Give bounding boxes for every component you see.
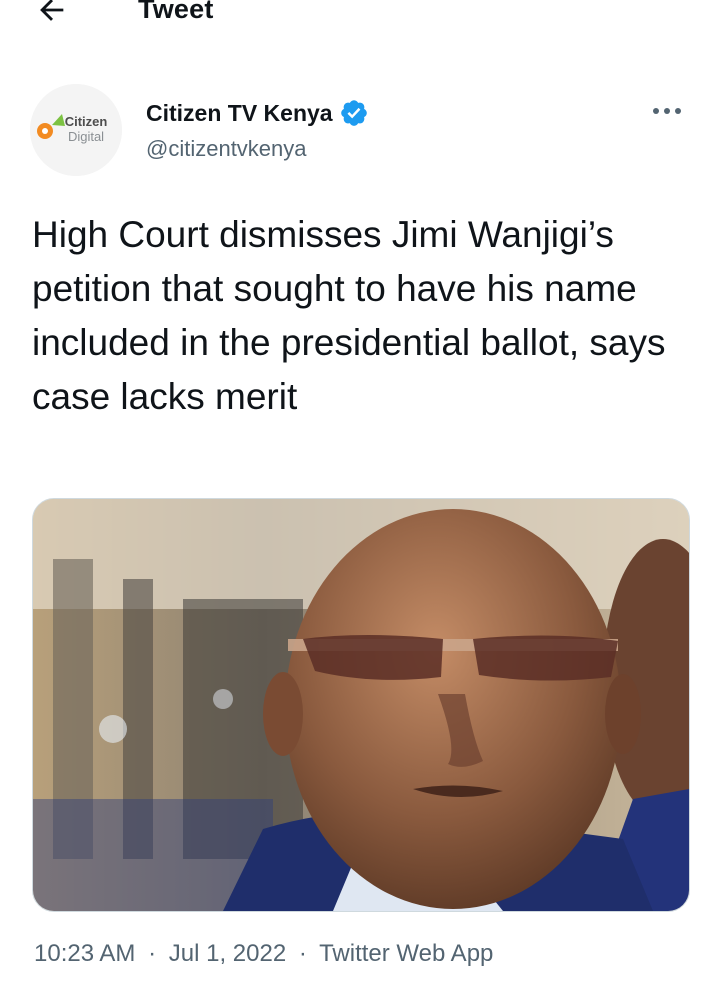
author-display-name[interactable]: Citizen TV Kenya <box>146 98 369 128</box>
tweet-source-link[interactable]: Twitter Web App <box>319 940 493 967</box>
tweet-text: High Court dismisses Jimi Wanjigi’s peti… <box>32 214 666 417</box>
verified-badge-icon <box>340 100 367 126</box>
author-name-text: Citizen TV Kenya <box>146 99 333 126</box>
more-options-button[interactable] <box>642 96 692 126</box>
avatar[interactable]: Citizen Digital <box>30 84 122 176</box>
photo-man-in-suit <box>33 499 689 911</box>
tweet-date: Jul 1, 2022 <box>168 940 287 967</box>
author-handle[interactable]: @citizentvkenya <box>146 136 307 162</box>
citizen-digital-logo: Citizen Digital <box>30 84 122 176</box>
page-title: Tweet <box>138 0 214 24</box>
tweet-time: 10:23 AM <box>34 940 136 967</box>
separator-dot: · <box>148 940 157 967</box>
more-horizontal-icon <box>653 108 681 114</box>
top-bar: Tweet <box>0 0 720 40</box>
avatar-logo-text-2: Digital <box>68 129 104 144</box>
arrow-left-icon <box>40 0 64 21</box>
avatar-logo-text-1: Citizen <box>65 114 108 129</box>
tweet-metadata: 10:23 AM · Jul 1, 2022 · Twitter Web App <box>34 940 493 968</box>
tweet-author-row: Citizen Digital Citizen TV Kenya @citize… <box>0 84 720 180</box>
back-button[interactable] <box>22 0 82 34</box>
tweet-photo[interactable] <box>32 498 690 912</box>
separator-dot: · <box>298 940 307 967</box>
